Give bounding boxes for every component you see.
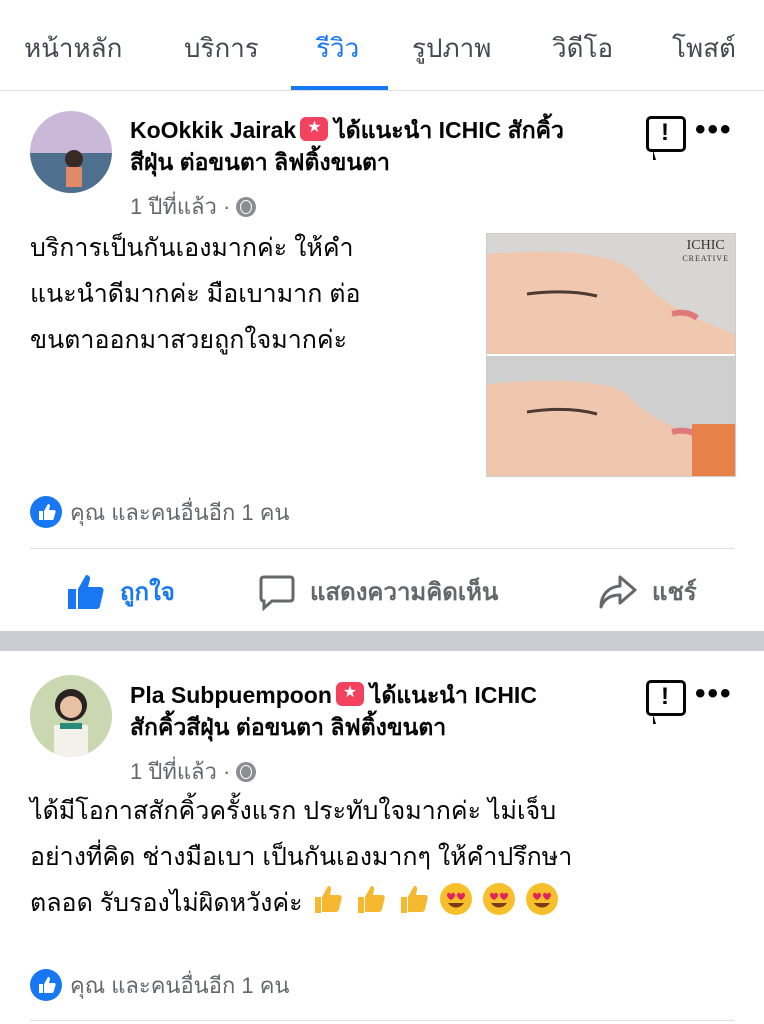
post-meta: 1 ปีที่แล้ว · [130, 754, 257, 789]
recommend-text[interactable]: ได้แนะนำ ICHIC สักคิ้ว [334, 117, 564, 143]
more-options-icon[interactable]: ••• [695, 679, 733, 709]
thumbs-up-emoji-icon [358, 886, 386, 913]
post-body-line: แนะนำดีมากค่ะ มือเบามาก ต่อ [30, 280, 361, 308]
post-body-line: ได้มีโอกาสสักคิ้วครั้งแรก ประทับใจมากค่ะ… [30, 797, 557, 825]
post-body-line: ขนตาออกมาสวยถูกใจมากค่ะ [30, 326, 348, 354]
share-button[interactable]: แชร์ [598, 572, 697, 611]
emoji-row [303, 883, 561, 917]
like-button[interactable]: ถูกใจ [66, 572, 175, 611]
reaction-summary[interactable]: คุณ และคนอื่นอีก 1 คน [30, 495, 289, 530]
photo-logo-sub: CREATIVE [682, 254, 729, 263]
tab-reviews[interactable]: รีวิว [316, 28, 359, 69]
tab-posts[interactable]: โพสต์ [672, 28, 736, 69]
recommend-icon [335, 682, 364, 706]
post-body-line: อย่างที่คิด ช่างมือเบา เป็นกันเองมากๆ ให… [30, 843, 573, 871]
post-body-line-text: ตลอด รับรองไม่ผิดหวังค่ะ [30, 889, 303, 917]
meta-separator: · [222, 759, 231, 784]
post-body: บริการเป็นกันเองมากค่ะ ให้คำ แนะนำดีมากค… [30, 225, 361, 363]
post-body-line: ตลอด รับรองไม่ผิดหวังค่ะ [30, 880, 572, 926]
comment-button[interactable]: แสดงความคิดเห็น [258, 572, 498, 611]
post-body: ได้มีโอกาสสักคิ้วครั้งแรก ประทับใจมากค่ะ… [30, 788, 572, 926]
post-header: KoOkkik Jairak ได้แนะนำ ICHIC สักคิ้ว สีฝ… [130, 114, 630, 178]
thumbs-up-emoji-icon [315, 886, 343, 913]
author-name[interactable]: Pla Subpuempoon [130, 682, 332, 708]
like-label: ถูกใจ [120, 579, 175, 606]
avatar[interactable] [30, 675, 112, 757]
reaction-summary[interactable]: คุณ และคนอื่นอีก 1 คน [30, 968, 289, 1003]
comment-label: แสดงความคิดเห็น [310, 579, 499, 606]
divider [30, 1020, 734, 1021]
post-header: Pla Subpuempoon ได้แนะนำ ICHIC สักคิ้วสีฝ… [130, 679, 630, 743]
post-photo[interactable]: ICHIC CREATIVE [486, 233, 736, 477]
share-label: แชร์ [652, 579, 697, 606]
meta-separator: · [222, 194, 231, 219]
more-options-icon[interactable]: ••• [695, 115, 733, 145]
post-time[interactable]: 1 ปีที่แล้ว [130, 759, 217, 784]
heart-eyes-emoji-icon [483, 883, 516, 915]
author-name[interactable]: KoOkkik Jairak [130, 117, 296, 143]
share-icon [599, 575, 637, 608]
like-reaction-icon [30, 969, 62, 1001]
page-tabs: หน้าหลัก บริการ รีวิว รูปภาพ วิดีโอ โพสต… [0, 0, 764, 91]
thumbs-up-emoji-icon [401, 886, 429, 913]
active-tab-indicator [291, 86, 388, 90]
avatar[interactable] [30, 111, 112, 193]
post-meta: 1 ปีที่แล้ว · [130, 189, 257, 224]
recommend-icon [300, 117, 329, 141]
avatar-image [30, 675, 112, 757]
recommend-text-line2[interactable]: สักคิ้วสีฝุ่น ต่อขนตา ลิฟติ้งขนตา [130, 714, 446, 740]
globe-icon [236, 197, 257, 217]
tab-videos[interactable]: วิดีโอ [552, 28, 613, 69]
tab-photos[interactable]: รูปภาพ [412, 28, 491, 69]
like-reaction-icon [30, 496, 62, 528]
post-time[interactable]: 1 ปีที่แล้ว [130, 194, 217, 219]
recommend-text[interactable]: ได้แนะนำ ICHIC [370, 682, 537, 708]
tab-home[interactable]: หน้าหลัก [24, 28, 122, 69]
section-separator [0, 631, 764, 651]
photo-logo-text: ICHIC [686, 238, 725, 253]
report-icon[interactable] [646, 680, 686, 724]
photo-logo: ICHIC CREATIVE [682, 238, 729, 263]
thumbs-up-icon [68, 574, 104, 609]
comment-icon [259, 575, 295, 611]
avatar-image [30, 111, 112, 193]
tab-services[interactable]: บริการ [184, 28, 259, 69]
report-icon[interactable] [646, 116, 686, 160]
reaction-text: คุณ และคนอื่นอีก 1 คน [70, 973, 290, 998]
heart-eyes-emoji-icon [526, 883, 559, 915]
heart-eyes-emoji-icon [440, 883, 473, 915]
globe-icon [236, 762, 257, 782]
eyelash-photo [487, 234, 735, 476]
post-body-line: บริการเป็นกันเองมากค่ะ ให้คำ [30, 234, 354, 262]
recommend-text-line2[interactable]: สีฝุ่น ต่อขนตา ลิฟติ้งขนตา [130, 149, 390, 175]
divider [30, 548, 734, 549]
reaction-text: คุณ และคนอื่นอีก 1 คน [70, 500, 290, 525]
